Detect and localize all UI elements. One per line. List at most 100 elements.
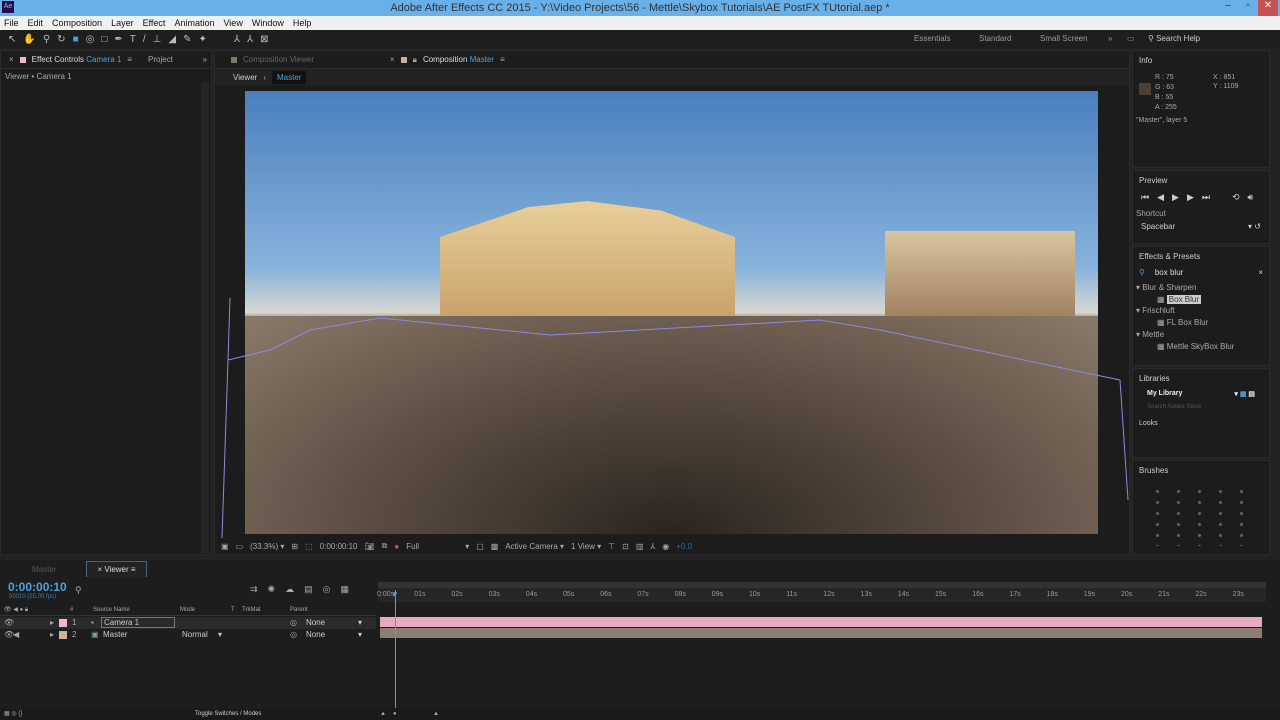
zoom-out-icon[interactable]: ▲ (380, 708, 386, 720)
footer-icons[interactable]: ▦ ◎ {} (4, 708, 22, 720)
workspace-small-screen[interactable]: Small Screen (1040, 30, 1088, 48)
playhead-handle-icon[interactable]: ▼ (391, 590, 399, 599)
menu-help[interactable]: Help (293, 16, 312, 30)
label-color[interactable] (59, 631, 67, 639)
pickwhip-icon[interactable]: ◎ (290, 617, 297, 629)
zoom-tool-icon[interactable]: ⚲ (43, 34, 50, 45)
tab-composition-viewer[interactable]: Composition Viewer (243, 51, 314, 69)
title-safe-icon[interactable]: ⊞ (291, 542, 298, 551)
parent-dropdown[interactable]: None ▾ (306, 629, 362, 641)
shortcut-dropdown[interactable]: Spacebar ▾ ↺ (1133, 220, 1269, 233)
panel-menu-icon[interactable]: ≡ (500, 55, 505, 64)
next-frame-icon[interactable]: ▶ (1187, 192, 1194, 203)
play-icon[interactable]: ▶ (1172, 192, 1179, 203)
menu-animation[interactable]: Animation (174, 16, 214, 30)
eraser-tool-icon[interactable]: ◢ (168, 34, 176, 45)
col-mode[interactable]: Mode (180, 604, 195, 616)
menu-layer[interactable]: Layer (111, 16, 134, 30)
view-axis-icon[interactable]: ⊠ (260, 34, 268, 45)
menu-composition[interactable]: Composition (52, 16, 102, 30)
workspaces-more-button[interactable]: » (1108, 30, 1112, 48)
resolution-dropdown[interactable]: Full (406, 542, 458, 551)
camera-view-dropdown[interactable]: Active Camera ▾ (505, 542, 564, 551)
roto-brush-tool-icon[interactable]: ✎ (183, 34, 191, 45)
layer-row[interactable]: 👁︎ ▸ 1 ▪ Camera 1 ◎ None ▾ (0, 617, 376, 629)
time-ruler[interactable] (378, 588, 1266, 602)
workspace-essentials[interactable]: Essentials (914, 30, 950, 48)
last-frame-icon[interactable]: ⏭ (1202, 192, 1210, 203)
close-tab-icon[interactable]: × (390, 55, 395, 64)
lock-icon[interactable]: 🔒︎ (413, 55, 417, 65)
minimize-button[interactable]: – (1218, 0, 1238, 16)
master-layer-bar[interactable] (380, 628, 1262, 638)
layer-name-input[interactable]: Camera 1 (101, 617, 175, 628)
search-help[interactable]: ⚲ Search Help (1148, 30, 1200, 48)
close-tab-icon[interactable]: × (9, 55, 14, 64)
visibility-icon[interactable]: 👁︎ (4, 617, 14, 629)
workspace-standard[interactable]: Standard (979, 30, 1011, 48)
always-preview-icon[interactable]: ▣ (221, 542, 229, 551)
expand-arrow-icon[interactable]: ▸ (50, 617, 54, 629)
first-frame-icon[interactable]: ⏮ (1141, 192, 1149, 203)
more-tabs-button[interactable]: » (203, 55, 207, 64)
fast-previews-icon[interactable]: ⊡ (622, 542, 629, 551)
graph-editor-icon[interactable]: ▦ (340, 584, 349, 595)
menu-effect[interactable]: Effect (143, 16, 166, 30)
tab-project[interactable]: Project (148, 51, 173, 69)
stock-search-input[interactable]: Search Adobe Stock (1133, 400, 1269, 414)
shy-icon[interactable]: ☁ (285, 584, 294, 595)
parent-dropdown[interactable]: None ▾ (306, 617, 362, 629)
magnification-dropdown[interactable]: (33.3%) ▾ (250, 542, 284, 551)
playhead[interactable] (395, 590, 396, 708)
menu-file[interactable]: File (4, 16, 19, 30)
region-of-interest-icon[interactable]: ▢ (476, 542, 484, 551)
camera-tool-icon[interactable]: ■ (73, 34, 79, 45)
rotate-tool-icon[interactable]: ↻ (57, 34, 65, 45)
tab-effect-controls[interactable]: Effect Controls Camera 1 (32, 51, 122, 69)
group-frischluft[interactable]: ▾ Frischluft (1136, 305, 1175, 317)
type-tool-icon[interactable]: T (130, 34, 136, 45)
group-blur-sharpen[interactable]: ▾ Blur & Sharpen (1136, 282, 1197, 294)
scrollbar[interactable] (201, 83, 209, 553)
mode-dropdown[interactable]: Normal ▾ (182, 629, 222, 641)
toggle-pixel-aspect-icon[interactable]: ⊤ (608, 542, 615, 551)
view-layout-dropdown[interactable]: 1 View ▾ (571, 542, 601, 551)
snapshot-icon[interactable]: 📷︎ (364, 542, 374, 551)
draft-3d-icon[interactable]: ✺ (268, 584, 276, 595)
audio-icon[interactable]: ◀ (13, 629, 19, 641)
tab-viewer[interactable]: × Viewer ≡ (86, 561, 147, 577)
world-axis-icon[interactable]: ⅄ (247, 34, 253, 45)
monitor-icon[interactable]: ▭ (236, 542, 244, 551)
pan-behind-tool-icon[interactable]: ◎ (86, 34, 95, 45)
timeline-current-time[interactable]: 0:00:00:10 (8, 580, 67, 594)
previous-frame-icon[interactable]: ◀ (1157, 192, 1164, 203)
expand-arrow-icon[interactable]: ▸ (50, 629, 54, 641)
flowchart-icon[interactable]: ⅄ (650, 542, 655, 551)
effects-search-input[interactable]: ⚲ box blur × (1133, 266, 1269, 279)
menu-edit[interactable]: Edit (28, 16, 44, 30)
reset-exposure-icon[interactable]: ◉ (662, 542, 669, 551)
pickwhip-icon[interactable]: ◎ (290, 629, 297, 641)
toggle-switches-modes-button[interactable]: Toggle Switches / Modes (195, 708, 261, 720)
motion-blur-icon[interactable]: ◎ (323, 584, 331, 595)
hand-tool-icon[interactable]: ✋ (23, 34, 35, 45)
breadcrumb-master[interactable]: Master (271, 70, 307, 84)
effect-mettle-skybox-blur[interactable]: ▦ Mettle SkyBox Blur (1157, 341, 1234, 353)
audio-icon[interactable]: 🔊︎ (1248, 192, 1254, 203)
puppet-pin-tool-icon[interactable]: ✦ (198, 34, 206, 45)
tab-composition-master[interactable]: Composition Master (423, 51, 494, 69)
clone-stamp-tool-icon[interactable]: ⊥ (153, 34, 162, 45)
close-button[interactable]: ✕ (1258, 0, 1278, 16)
loop-icon[interactable]: ⟲ (1232, 192, 1240, 203)
transparency-grid-icon[interactable]: ▩ (491, 542, 499, 551)
rectangle-tool-icon[interactable]: □ (101, 34, 107, 45)
camera-layer-bar[interactable] (380, 617, 1262, 627)
group-mettle[interactable]: ▾ Mettle (1136, 329, 1164, 341)
current-time[interactable]: 0:00:00:10 (320, 542, 358, 551)
brush-tool-icon[interactable]: / (143, 34, 146, 45)
pen-tool-icon[interactable]: ✒ (114, 34, 122, 45)
selection-tool-icon[interactable]: ↖ (8, 34, 16, 45)
effect-fl-box-blur[interactable]: ▦ FL Box Blur (1157, 317, 1208, 329)
col-source-name[interactable]: Source Name (93, 604, 130, 616)
local-axis-icon[interactable]: ⅄ (234, 34, 240, 45)
